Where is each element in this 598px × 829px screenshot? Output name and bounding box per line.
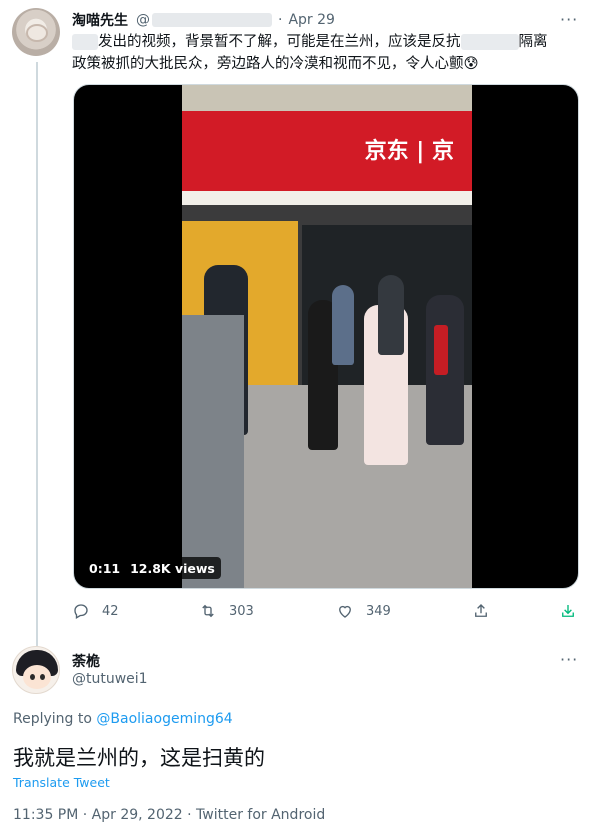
- display-name[interactable]: 荼桅: [72, 651, 100, 671]
- redacted-handle: [152, 13, 272, 27]
- tweet-text: 发出的视频，背景暂不了解，可能是在兰州，应该是反抗 隔离 政策被抓的大批民众，旁边…: [72, 34, 548, 72]
- store-sign: 京东 | 京: [182, 111, 472, 191]
- mention-link[interactable]: @Baoliaogeming64: [96, 711, 232, 727]
- video-views: 12.8K views: [130, 560, 215, 576]
- retweet-button[interactable]: 303: [199, 600, 254, 622]
- tweet-actions: 42 303 349: [72, 600, 582, 622]
- like-icon: [339, 605, 351, 618]
- tweet-header: 淘喵先生 @ · Apr 29: [72, 10, 335, 30]
- user-handle[interactable]: @tutuwei1: [72, 671, 148, 687]
- video-stats: 0:11 12.8K views: [83, 557, 221, 579]
- more-icon[interactable]: ···: [560, 650, 578, 669]
- reply-button[interactable]: 42: [72, 600, 119, 622]
- thread-connector: [36, 62, 38, 646]
- user-handle[interactable]: @: [136, 12, 150, 28]
- tweet-meta[interactable]: 11:35 PM · Apr 29, 2022 · Twitter for An…: [13, 807, 325, 823]
- like-count: 349: [366, 603, 391, 619]
- retweet-icon: [202, 604, 214, 618]
- retweet-count: 303: [229, 603, 254, 619]
- tweet-text: 我就是兰州的，这是扫黄的: [13, 746, 265, 770]
- download-icon: [562, 605, 574, 617]
- video-frame: 京东 | 京: [182, 85, 472, 588]
- translate-link[interactable]: Translate Tweet: [13, 775, 110, 790]
- share-icon: [475, 604, 487, 617]
- share-button[interactable]: [472, 600, 502, 622]
- video-duration: 0:11: [89, 560, 121, 576]
- more-icon[interactable]: ···: [560, 10, 578, 29]
- replying-to: Replying to @Baoliaogeming64: [13, 711, 233, 727]
- reply-count: 42: [102, 603, 119, 619]
- redacted-text: [460, 34, 519, 50]
- video-player[interactable]: 京东 | 京 0:11 12.8K views: [73, 84, 579, 589]
- redacted-text: [72, 34, 98, 50]
- tweet-date[interactable]: Apr 29: [288, 12, 334, 28]
- download-button[interactable]: [559, 600, 589, 622]
- like-button[interactable]: 349: [336, 600, 391, 622]
- avatar[interactable]: [12, 8, 60, 56]
- display-name[interactable]: 淘喵先生: [72, 10, 128, 30]
- avatar[interactable]: [12, 646, 60, 694]
- reply-icon: [74, 604, 88, 619]
